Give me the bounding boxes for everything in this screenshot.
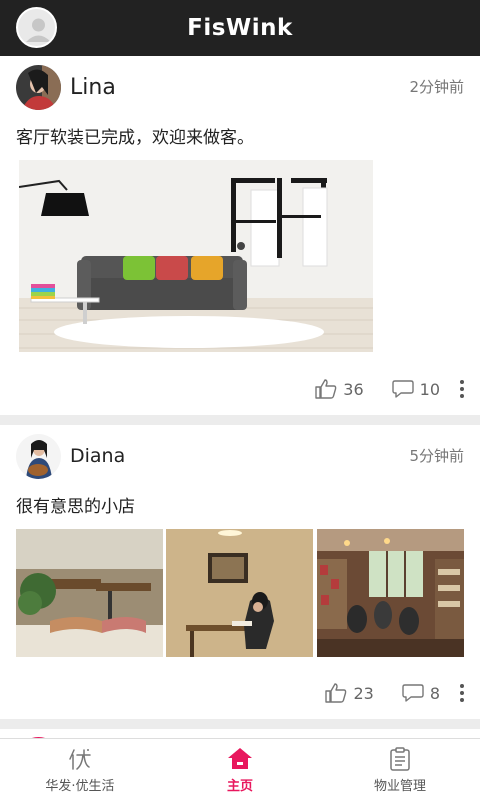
more-options-button[interactable] xyxy=(444,683,480,703)
cafe-photo-2 xyxy=(166,529,313,657)
post-text: 很有意思的小店 xyxy=(16,497,135,517)
nav-label: 物业管理 xyxy=(373,779,426,794)
post-card[interactable] xyxy=(0,729,480,738)
cafe-photo-1 xyxy=(16,529,163,657)
more-options-button[interactable] xyxy=(444,379,480,399)
more-vertical-icon xyxy=(460,380,464,398)
living-room-photo xyxy=(19,160,373,352)
home-icon xyxy=(228,748,252,769)
post-card[interactable]: Diana 5分钟前 很有意思的小店 23 8 xyxy=(0,425,480,719)
nav-item-you-life[interactable]: 华发·优生活 xyxy=(0,739,160,800)
nav-label: 华发·优生活 xyxy=(45,779,115,794)
post-timestamp: 5分钟前 xyxy=(409,447,464,465)
post-header: Diana 5分钟前 xyxy=(16,433,464,479)
nav-item-property[interactable]: 物业管理 xyxy=(320,739,480,800)
post-card[interactable]: Lina 2分钟前 客厅软装已完成，欢迎来做客。 36 10 xyxy=(0,56,480,415)
like-count: 23 xyxy=(353,683,374,703)
top-bar: FisWink xyxy=(0,0,480,56)
post-timestamp: 2分钟前 xyxy=(409,78,464,96)
comment-count: 8 xyxy=(429,683,440,703)
you-icon xyxy=(69,749,91,770)
post-actions: 23 8 xyxy=(325,679,480,707)
comment-count: 10 xyxy=(419,379,440,399)
bottom-nav: 华发·优生活 主页 物业管理 xyxy=(0,738,480,800)
comment-bubble-icon xyxy=(402,684,424,702)
clipboard-icon xyxy=(390,747,410,771)
more-vertical-icon xyxy=(460,684,464,702)
post-username[interactable]: Lina xyxy=(70,75,116,100)
comment-bubble-icon xyxy=(391,380,414,398)
cafe-photo-3 xyxy=(317,529,464,657)
post-avatar-diana[interactable] xyxy=(16,433,61,479)
user-avatar-button[interactable] xyxy=(16,7,57,48)
post-avatar-lina[interactable] xyxy=(16,64,61,110)
post-actions: 36 10 xyxy=(315,375,480,403)
post-image-cafe-2[interactable] xyxy=(166,529,313,657)
like-count: 36 xyxy=(343,379,364,399)
avatar-photo-icon xyxy=(16,433,61,479)
like-button[interactable]: 36 xyxy=(315,379,364,399)
comment-button[interactable]: 8 xyxy=(402,683,440,703)
post-username[interactable]: Diana xyxy=(70,445,125,467)
app-title: FisWink xyxy=(187,15,293,41)
feed[interactable]: Lina 2分钟前 客厅软装已完成，欢迎来做客。 36 10 Diana 5分钟… xyxy=(0,56,480,738)
comment-button[interactable]: 10 xyxy=(391,379,440,399)
nav-item-home[interactable]: 主页 xyxy=(160,739,320,800)
like-button[interactable]: 23 xyxy=(325,683,374,703)
post-image-cafe-1[interactable] xyxy=(16,529,163,657)
post-header: Lina 2分钟前 xyxy=(16,64,464,110)
post-image-cafe-3[interactable] xyxy=(317,529,464,657)
post-image-living-room[interactable] xyxy=(19,160,373,352)
thumbs-up-icon xyxy=(315,379,337,399)
user-avatar-icon xyxy=(26,18,51,42)
post-text: 客厅软装已完成，欢迎来做客。 xyxy=(16,128,254,148)
avatar-photo-icon xyxy=(16,64,61,110)
thumbs-up-icon xyxy=(325,683,347,703)
nav-label: 主页 xyxy=(226,779,253,794)
